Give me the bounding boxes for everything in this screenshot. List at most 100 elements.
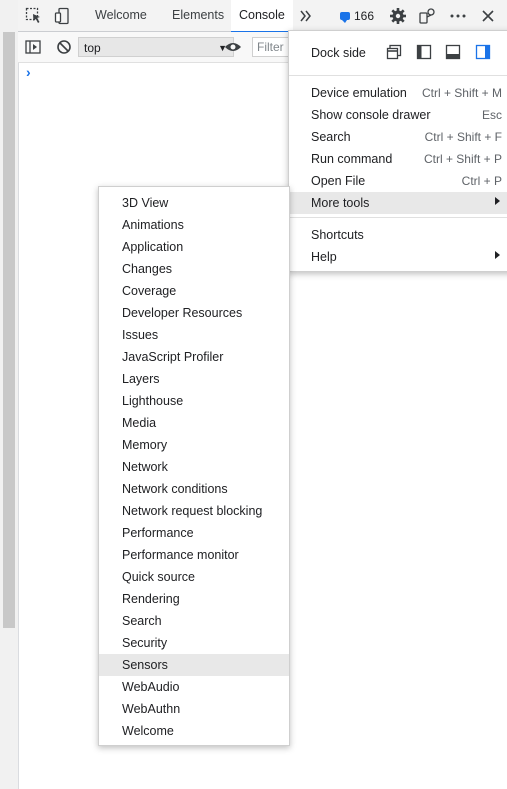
submenu-item-label: Search bbox=[122, 614, 162, 628]
show-sidebar-icon[interactable] bbox=[23, 37, 43, 57]
dock-side-row: Dock side bbox=[289, 31, 507, 75]
submenu-item-label: Network conditions bbox=[122, 482, 228, 496]
menu-item-shortcut: Ctrl + P bbox=[461, 174, 502, 188]
submenu-item-webauthn[interactable]: WebAuthn bbox=[99, 698, 289, 720]
submenu-item-network[interactable]: Network bbox=[99, 456, 289, 478]
submenu-item-network-conditions[interactable]: Network conditions bbox=[99, 478, 289, 500]
submenu-item-webaudio[interactable]: WebAudio bbox=[99, 676, 289, 698]
submenu-item-label: Media bbox=[122, 416, 157, 430]
menu-item-open-file[interactable]: Open File Ctrl + P bbox=[289, 170, 507, 192]
submenu-item-performance[interactable]: Performance bbox=[99, 522, 289, 544]
submenu-item-label: Quick source bbox=[122, 570, 195, 584]
submenu-item-sensors[interactable]: Sensors bbox=[99, 654, 289, 676]
submenu-item-label: Developer Resources bbox=[122, 306, 243, 320]
submenu-item-3d-view[interactable]: 3D View bbox=[99, 192, 289, 214]
submenu-item-search[interactable]: Search bbox=[99, 610, 289, 632]
submenu-item-developer-resources[interactable]: Developer Resources bbox=[99, 302, 289, 324]
submenu-item-memory[interactable]: Memory bbox=[99, 434, 289, 456]
console-prompt-icon[interactable]: › bbox=[26, 64, 31, 80]
submenu-item-label: Application bbox=[122, 240, 184, 254]
submenu-item-lighthouse[interactable]: Lighthouse bbox=[99, 390, 289, 412]
submenu-item-label: Animations bbox=[122, 218, 184, 232]
context-select[interactable]: top ▼ bbox=[78, 37, 234, 57]
submenu-item-issues[interactable]: Issues bbox=[99, 324, 289, 346]
submenu-arrow-icon bbox=[495, 251, 500, 259]
submenu-item-application[interactable]: Application bbox=[99, 236, 289, 258]
submenu-item-label: Security bbox=[122, 636, 168, 650]
submenu-item-performance-monitor[interactable]: Performance monitor bbox=[99, 544, 289, 566]
menu-item-device-emulation[interactable]: Device emulation Ctrl + Shift + M bbox=[289, 82, 507, 104]
dock-bottom-icon[interactable] bbox=[445, 44, 461, 60]
menu-item-label: Shortcuts bbox=[311, 228, 364, 242]
menu-item-show-console-drawer[interactable]: Show console drawer Esc bbox=[289, 104, 507, 126]
submenu-item-animations[interactable]: Animations bbox=[99, 214, 289, 236]
dock-side-label: Dock side bbox=[311, 46, 366, 60]
issues-badge[interactable]: 166 bbox=[335, 6, 379, 26]
live-expression-eye-icon[interactable] bbox=[223, 37, 243, 57]
scrollbar-thumb[interactable] bbox=[3, 32, 15, 628]
submenu-item-label: Welcome bbox=[122, 724, 174, 738]
submenu-arrow-icon bbox=[495, 197, 500, 205]
menu-item-search[interactable]: Search Ctrl + Shift + F bbox=[289, 126, 507, 148]
submenu-item-changes[interactable]: Changes bbox=[99, 258, 289, 280]
submenu-item-javascript-profiler[interactable]: JavaScript Profiler bbox=[99, 346, 289, 368]
menu-item-shortcut: Ctrl + Shift + M bbox=[421, 86, 502, 100]
context-value: top bbox=[84, 41, 101, 55]
issues-icon bbox=[340, 12, 350, 23]
submenu-item-coverage[interactable]: Coverage bbox=[99, 280, 289, 302]
menu-item-help[interactable]: Help bbox=[289, 246, 507, 268]
devtools-toolbar: Welcome Elements Console 166 bbox=[18, 0, 507, 33]
menu-item-run-command[interactable]: Run command Ctrl + Shift + P bbox=[289, 148, 507, 170]
dock-right-icon[interactable] bbox=[475, 44, 491, 60]
close-icon[interactable] bbox=[478, 6, 498, 26]
submenu-item-label: WebAudio bbox=[122, 680, 180, 694]
submenu-item-label: Layers bbox=[122, 372, 160, 386]
menu-item-shortcuts[interactable]: Shortcuts bbox=[289, 224, 507, 246]
submenu-item-label: Network bbox=[122, 460, 168, 474]
more-tools-submenu: 3D View Animations Application Changes Cover… bbox=[98, 186, 290, 746]
submenu-item-label: Memory bbox=[122, 438, 168, 452]
submenu-item-label: Rendering bbox=[122, 592, 180, 606]
menu-divider bbox=[289, 75, 507, 76]
submenu-item-label: Changes bbox=[122, 262, 173, 276]
menu-item-label: Run command bbox=[311, 152, 393, 166]
menu-item-label: Device emulation bbox=[311, 86, 407, 100]
clear-console-icon[interactable] bbox=[54, 37, 74, 57]
submenu-item-label: Lighthouse bbox=[122, 394, 184, 408]
submenu-item-label: Coverage bbox=[122, 284, 177, 298]
menu-item-label: Open File bbox=[311, 174, 366, 188]
more-options-icon[interactable] bbox=[448, 6, 468, 26]
submenu-item-label: Network request blocking bbox=[122, 504, 263, 518]
settings-gear-icon[interactable] bbox=[388, 6, 408, 26]
submenu-item-media[interactable]: Media bbox=[99, 412, 289, 434]
menu-item-shortcut: Esc bbox=[481, 108, 502, 122]
left-scrollbar[interactable] bbox=[0, 0, 19, 789]
menu-item-more-tools[interactable]: More tools bbox=[289, 192, 507, 214]
submenu-item-label: Sensors bbox=[122, 658, 168, 672]
submenu-item-layers[interactable]: Layers bbox=[99, 368, 289, 390]
more-tabs-icon[interactable] bbox=[296, 6, 316, 26]
menu-item-shortcut: Ctrl + Shift + F bbox=[424, 130, 502, 144]
tab-welcome[interactable]: Welcome bbox=[87, 0, 155, 31]
menu-item-label: More tools bbox=[311, 196, 370, 210]
submenu-item-rendering[interactable]: Rendering bbox=[99, 588, 289, 610]
submenu-item-label: JavaScript Profiler bbox=[122, 350, 224, 364]
menu-item-label: Search bbox=[311, 130, 351, 144]
submenu-item-label: Performance bbox=[122, 526, 194, 540]
menu-divider bbox=[289, 217, 507, 218]
menu-item-label: Help bbox=[311, 250, 337, 264]
menu-item-shortcut: Ctrl + Shift + P bbox=[423, 152, 502, 166]
submenu-item-welcome[interactable]: Welcome bbox=[99, 720, 289, 742]
connect-devices-icon[interactable] bbox=[417, 6, 437, 26]
undock-icon[interactable] bbox=[386, 44, 402, 60]
device-toolbar-icon[interactable] bbox=[53, 6, 73, 26]
dock-left-icon[interactable] bbox=[416, 44, 432, 60]
submenu-item-security[interactable]: Security bbox=[99, 632, 289, 654]
submenu-item-label: Performance monitor bbox=[122, 548, 239, 562]
tab-elements[interactable]: Elements bbox=[164, 0, 232, 31]
submenu-item-quick-source[interactable]: Quick source bbox=[99, 566, 289, 588]
submenu-item-label: Issues bbox=[122, 328, 159, 342]
tab-console[interactable]: Console bbox=[231, 0, 293, 33]
inspect-element-icon[interactable] bbox=[24, 6, 44, 26]
submenu-item-network-request-blocking[interactable]: Network request blocking bbox=[99, 500, 289, 522]
